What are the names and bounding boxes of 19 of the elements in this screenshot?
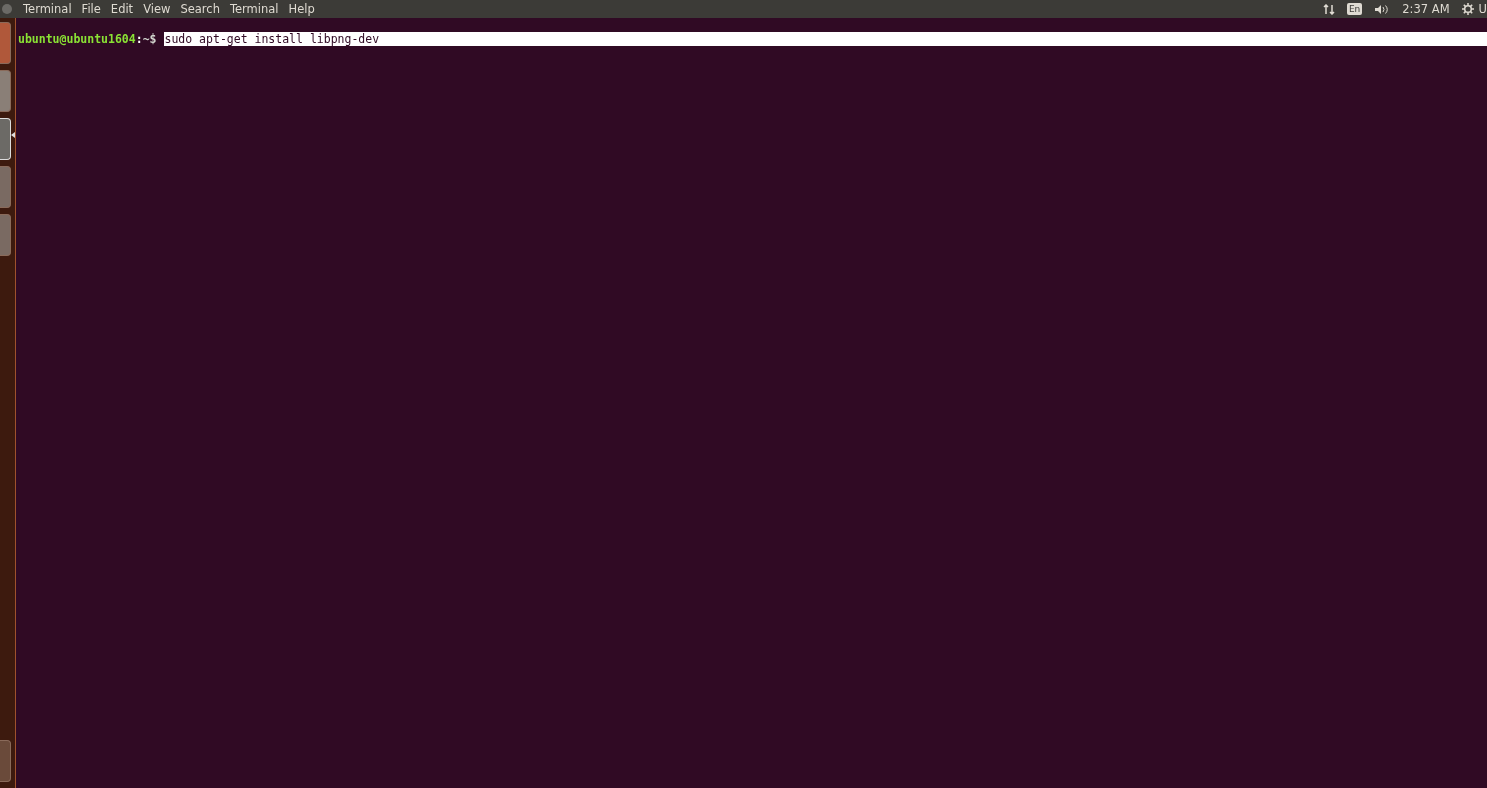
menu-item[interactable]: View (138, 2, 176, 16)
user-name[interactable]: U (1478, 2, 1487, 16)
clock[interactable]: 2:37 AM (1402, 2, 1450, 16)
volume-icon[interactable] (1374, 3, 1391, 15)
gear-icon[interactable] (1461, 3, 1474, 15)
menu-item[interactable]: Terminal (224, 2, 284, 16)
menu-item[interactable]: File (76, 2, 106, 16)
keyboard-layout-indicator[interactable]: En (1346, 3, 1363, 15)
menu-item[interactable]: Help (283, 2, 320, 16)
prompt-path: ~$ (142, 32, 157, 46)
app-menu[interactable]: Terminal (18, 2, 77, 16)
prompt-user-host: ubuntu@ubuntu1604 (18, 32, 136, 46)
menu-item[interactable]: Search (175, 2, 225, 16)
close-icon[interactable] (2, 4, 12, 14)
network-arrows-icon[interactable] (1322, 3, 1335, 15)
command-text: sudo apt-get install libpng-dev (163, 32, 1487, 46)
terminal-area[interactable]: ubuntu@ubuntu1604:~$ sudo apt-get install libpng-dev (16, 18, 1487, 788)
prompt-separator: : (135, 32, 143, 46)
menu-item[interactable]: Edit (105, 2, 139, 16)
